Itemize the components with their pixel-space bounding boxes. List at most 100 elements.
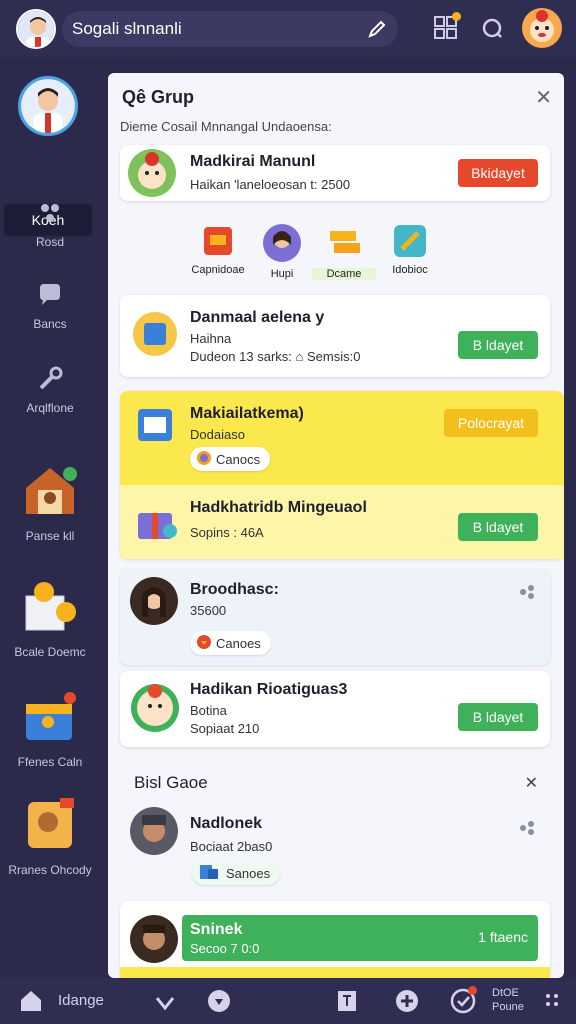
group-card-3[interactable]: Makiailatkema) Dodaiaso Canocs Polocraya… xyxy=(120,391,564,559)
group-mascot-icon xyxy=(128,149,176,197)
card-8-line-1: Secoo 7 0:0 xyxy=(190,941,260,956)
bookmark-icon[interactable] xyxy=(334,988,360,1019)
card-6-button[interactable]: B ldayet xyxy=(458,703,538,731)
member-avatar xyxy=(130,577,178,625)
tools-icon xyxy=(35,366,65,397)
card-3-title: Makiailatkema) xyxy=(190,405,304,422)
check-notification-icon[interactable] xyxy=(450,986,477,1019)
treasure-chest-icon xyxy=(18,692,82,751)
tools-icon xyxy=(392,225,428,262)
sidebar-item-2[interactable]: Bancs xyxy=(0,280,100,331)
bottom-bar: Idange DtOE Poune xyxy=(0,978,576,1024)
card-4-title: Hadkhatridb Mingeuaol xyxy=(190,499,367,516)
card-8-right: 1 ftaenc xyxy=(478,929,528,945)
category-2[interactable]: Hupi xyxy=(250,223,314,280)
gift-box-icon xyxy=(132,497,180,550)
top-bar: Sogali slnnanli xyxy=(0,0,576,58)
group-card-4[interactable]: Hadkhatridb Mingeuaol Sopins : 46A B lda… xyxy=(120,485,564,559)
game-character-icon xyxy=(18,798,82,859)
share-icon[interactable] xyxy=(518,819,536,842)
card-1-button[interactable]: Bkidayet xyxy=(458,159,538,187)
sidebar: Koeh Rosd Bancs Arqlflone Panse kll Bcal… xyxy=(0,58,100,978)
group-card-1[interactable]: Madkirai Manunl Haikan 'laneloeosan t: 2… xyxy=(120,145,550,201)
coin-stack-icon xyxy=(198,863,220,884)
sidebar-item-5[interactable]: Bcale Doemc xyxy=(0,574,100,659)
card-6-line-1: Botina xyxy=(190,703,227,718)
sidebar-item-6[interactable]: Ffenes Caln xyxy=(0,684,100,769)
member-avatar xyxy=(130,807,178,855)
add-icon[interactable] xyxy=(394,988,420,1019)
panel-title: Qê Grup xyxy=(122,87,195,107)
gold-bars-icon xyxy=(324,231,364,266)
heart-check-icon[interactable] xyxy=(152,988,178,1019)
group-card-7[interactable]: Nadlonek Bociaat 2bas0 Sanoes xyxy=(120,799,550,897)
close-icon[interactable]: ✕ xyxy=(535,85,552,110)
card-5-title: Broodhasc: xyxy=(190,581,279,598)
people-icon xyxy=(35,204,65,231)
category-3[interactable]: Dcame xyxy=(312,223,376,280)
card-4-line-1: Sopins : 46A xyxy=(190,525,264,540)
panel-subtitle: Dieme Cosail Mnnangal Undaoensa: xyxy=(120,119,332,134)
card-5-line-1: 35600 xyxy=(190,603,227,618)
card-2-line-1: Haihna xyxy=(190,331,232,346)
card-5-pill[interactable]: Canoes xyxy=(190,631,271,655)
card-8-banner[interactable]: Sninek Secoo 7 0:0 1 ftaenc xyxy=(182,915,538,961)
chat-icon[interactable] xyxy=(478,14,506,42)
category-1[interactable]: Capnidoae xyxy=(186,223,250,276)
group-card-8[interactable]: Sninek Secoo 7 0:0 1 ftaenc xyxy=(120,901,550,978)
group-card-5[interactable]: Broodhasc: 35600 Canoes xyxy=(120,569,550,665)
sidebar-item-4[interactable]: Panse kll xyxy=(0,458,100,543)
category-4[interactable]: Idobioc xyxy=(378,223,442,276)
red-envelope-icon xyxy=(200,227,236,262)
card-3-button[interactable]: Polocrayat xyxy=(444,409,538,437)
notification-dot xyxy=(468,986,477,995)
group-card-2[interactable]: Danmaal aelena y Haihna Dudeon 13 sarks:… xyxy=(120,295,550,377)
house-game-icon xyxy=(18,467,82,525)
calendar-box-icon xyxy=(134,403,178,452)
badge-icon xyxy=(196,450,212,469)
close-section-icon[interactable]: ✕ xyxy=(525,773,538,793)
notification-dot xyxy=(452,12,461,21)
card-6-title: Hadikan Rioatiguas3 xyxy=(190,681,348,698)
heart-badge-icon xyxy=(196,634,212,653)
card-8-stripe xyxy=(120,967,550,978)
share-icon[interactable] xyxy=(518,583,536,606)
card-3-pill[interactable]: Canocs xyxy=(190,447,271,471)
compass-icon[interactable] xyxy=(206,988,232,1019)
card-4-button[interactable]: B ldayet xyxy=(458,513,538,541)
shield-star-icon xyxy=(130,309,180,364)
card-2-button[interactable]: B ldayet xyxy=(458,331,538,359)
bottom-label[interactable]: Idange xyxy=(58,992,104,1009)
search-bar[interactable]: Sogali slnnanli xyxy=(62,11,398,47)
card-6-line-2: Sopiaat 210 xyxy=(190,721,260,736)
card-1-line: Haikan 'laneloeosan t: 2500 xyxy=(190,177,351,192)
card-8-title: Sninek xyxy=(190,921,243,938)
group-panel: Qê Grup ✕ Dieme Cosail Mnnangal Undaoens… xyxy=(108,73,564,978)
group-card-6[interactable]: Hadikan Rioatiguas3 Botina Sopiaat 210 B… xyxy=(120,671,550,747)
mascot-avatar[interactable] xyxy=(522,8,562,48)
card-2-title: Danmaal aelena y xyxy=(190,309,325,326)
profile-avatar[interactable] xyxy=(16,9,56,49)
card-7-title: Nadlonek xyxy=(190,815,263,832)
avatar-icon xyxy=(262,224,302,266)
section-title: Bisl Gaoe xyxy=(134,773,208,792)
card-7-pill[interactable]: Sanoes xyxy=(192,861,281,885)
card-3-line-1: Dodaiaso xyxy=(190,427,245,442)
sidebar-item-3[interactable]: Arqlflone xyxy=(0,364,100,415)
sidebar-item-7[interactable]: Rranes Ohcody xyxy=(0,792,100,877)
search-text: Sogali slnnanli xyxy=(72,19,182,38)
home-icon[interactable] xyxy=(18,988,44,1019)
card-2-line-2: Dudeon 13 sarks: ⌂ Semsis:0 xyxy=(190,349,361,364)
bottom-right-labels: DtOE Poune xyxy=(492,987,524,1013)
mascot-ring-icon xyxy=(130,683,180,733)
more-icon[interactable] xyxy=(544,992,564,1017)
pencil-icon[interactable] xyxy=(366,18,388,45)
category-row: Capnidoae Hupi Dcame Idobioc xyxy=(108,223,564,283)
chat-bubble-icon xyxy=(35,284,65,313)
sidebar-profile-avatar[interactable] xyxy=(18,76,78,136)
sidebar-item-1[interactable]: Rosd xyxy=(0,198,100,249)
coin-box-icon xyxy=(18,582,82,641)
card-1-title: Madkirai Manunl xyxy=(190,153,316,170)
member-avatar xyxy=(130,915,178,963)
grid-icon[interactable] xyxy=(432,12,461,42)
